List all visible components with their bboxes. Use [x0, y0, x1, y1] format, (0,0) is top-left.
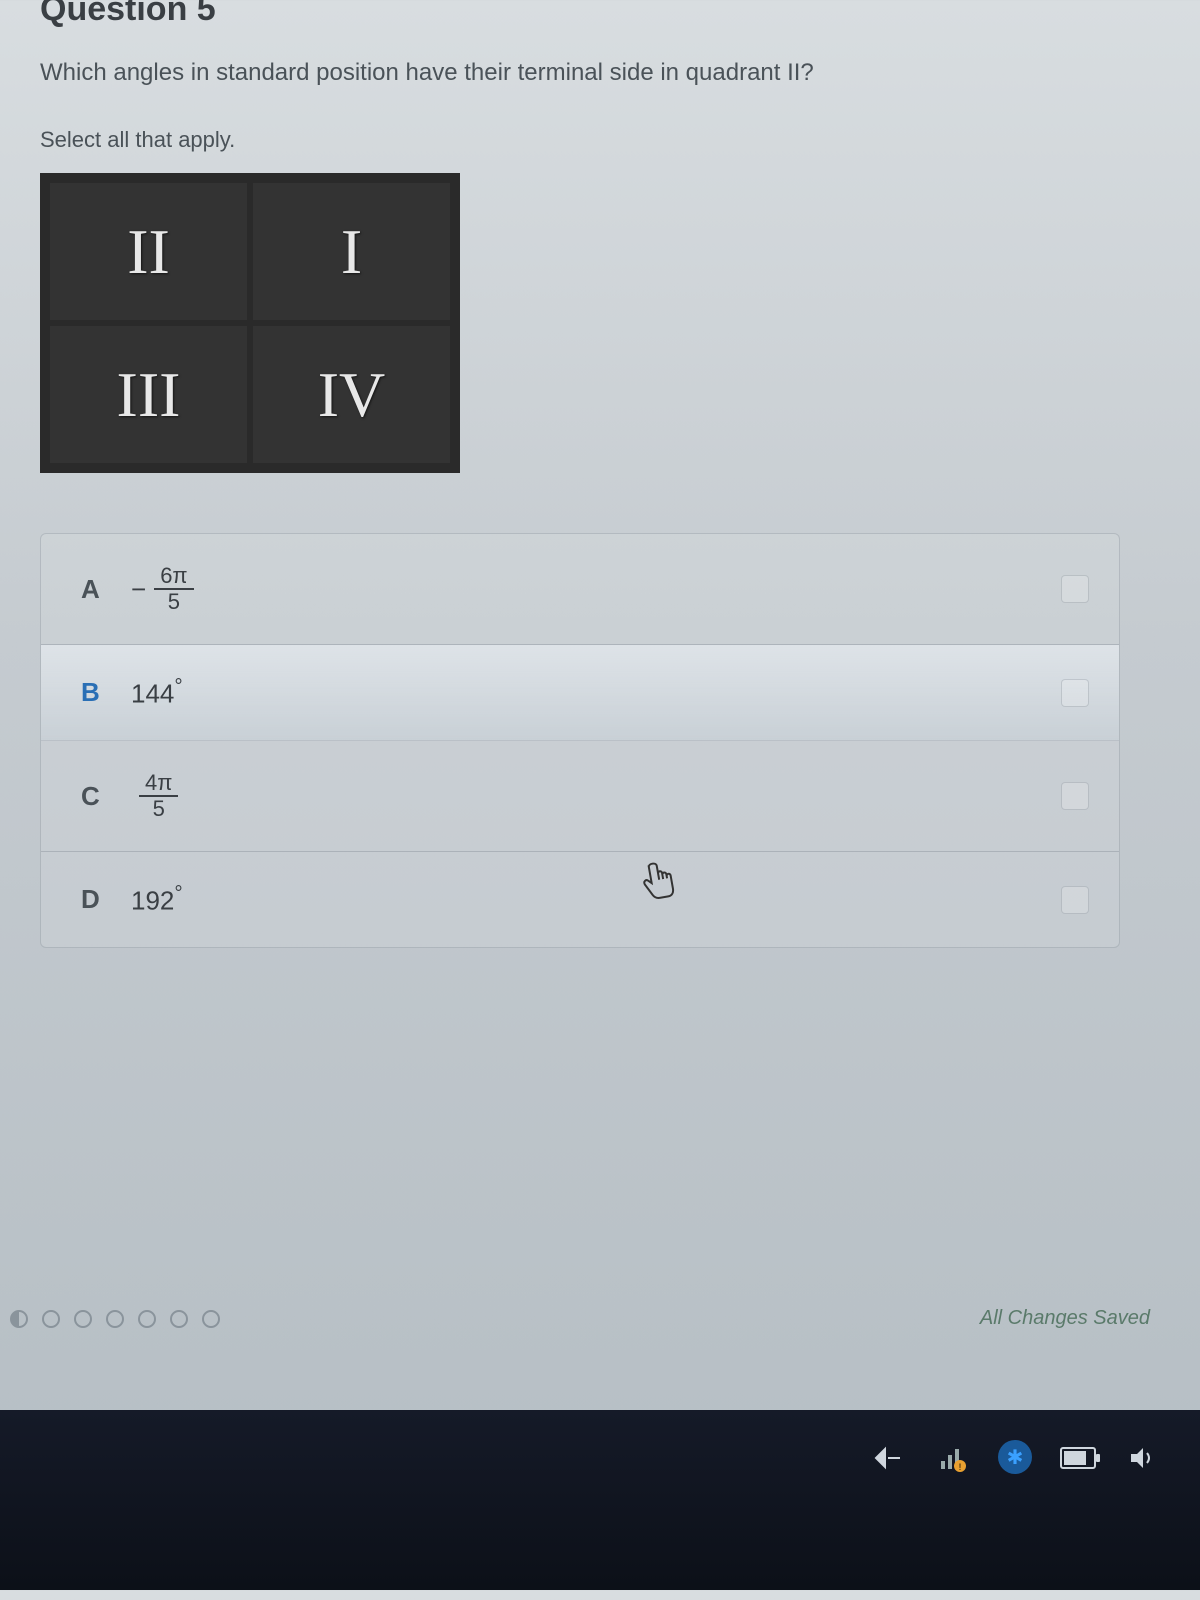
bluetooth-icon[interactable]: ✱	[998, 1440, 1032, 1474]
svg-text:!: !	[959, 1462, 962, 1472]
checkbox[interactable]	[1061, 575, 1089, 603]
answer-letter: D	[81, 884, 131, 915]
question-header: Question 5	[40, 0, 1160, 29]
answer-value: − 6π 5	[131, 564, 194, 614]
progress-dot[interactable]	[106, 1310, 124, 1328]
answer-value: 144	[131, 675, 183, 710]
quadrant-iii: III	[50, 326, 247, 463]
network-icon[interactable]: !	[934, 1440, 970, 1476]
answer-option-b[interactable]: B 144	[41, 645, 1119, 741]
question-prompt: Which angles in standard position have t…	[40, 59, 1160, 87]
checkbox[interactable]	[1061, 679, 1089, 707]
checkbox[interactable]	[1061, 886, 1089, 914]
quadrant-diagram: II I III IV	[40, 173, 460, 473]
quadrant-i: I	[253, 183, 450, 320]
progress-dot[interactable]	[202, 1310, 220, 1328]
progress-dot[interactable]	[10, 1310, 28, 1328]
answer-value: 4π 5	[131, 771, 178, 821]
answer-letter: C	[81, 781, 131, 812]
system-taskbar: ! ✱	[0, 1410, 1200, 1590]
progress-dots[interactable]	[10, 1310, 220, 1328]
answer-letter: A	[81, 574, 131, 605]
battery-icon[interactable]	[1060, 1440, 1096, 1476]
volume-icon[interactable]	[1124, 1440, 1160, 1476]
save-status: All Changes Saved	[980, 1307, 1150, 1330]
answer-option-c[interactable]: C 4π 5	[41, 741, 1119, 852]
progress-dot[interactable]	[170, 1310, 188, 1328]
quadrant-iv: IV	[253, 326, 450, 463]
answer-list: A − 6π 5 B 144 C 4π 5	[40, 533, 1120, 948]
app-icon[interactable]	[870, 1440, 906, 1476]
answer-value: 192	[131, 882, 183, 917]
progress-dot[interactable]	[74, 1310, 92, 1328]
footer-bar: All Changes Saved	[0, 1307, 1160, 1330]
progress-dot[interactable]	[42, 1310, 60, 1328]
answer-letter: B	[81, 677, 131, 708]
quadrant-ii: II	[50, 183, 247, 320]
answer-option-a[interactable]: A − 6π 5	[41, 534, 1119, 645]
checkbox[interactable]	[1061, 782, 1089, 810]
progress-dot[interactable]	[138, 1310, 156, 1328]
instruction-text: Select all that apply.	[40, 127, 1160, 153]
answer-option-d[interactable]: D 192	[41, 852, 1119, 947]
